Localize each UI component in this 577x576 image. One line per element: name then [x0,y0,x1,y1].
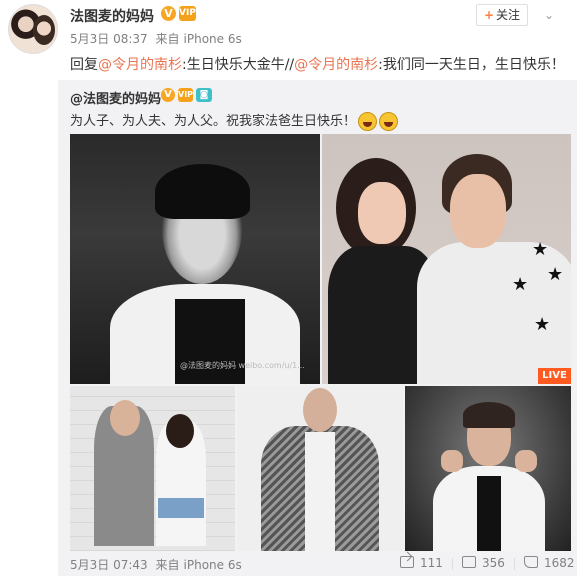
avatar-face [33,15,55,45]
comment-count: 356 [482,556,505,570]
repost-author[interactable]: @法图麦的妈妈 [70,88,161,107]
repost-text-content: 为人子、为人夫、为人父。祝我家法爸生日快乐！ [70,114,357,129]
laughing-emoji-icon [358,112,378,131]
author-name[interactable]: 法图麦的妈妈 [70,6,154,26]
follow-label: 关注 [496,8,521,22]
verified-badge[interactable]: V [161,88,175,102]
photo-figure [450,174,506,248]
photo-figure [305,432,335,551]
photo-watermark: @法图麦的妈妈 weibo.com/u/1... [180,361,305,370]
verified-badge[interactable]: V [161,6,176,21]
photo-figure [155,164,250,219]
comment-icon [462,556,476,568]
photo-figure [463,402,515,428]
like-count: 1682 [544,556,575,570]
mention-link[interactable]: @令月的南杉 [98,57,182,73]
reply-prefix: 回复 [70,57,98,73]
repost-date[interactable]: 5月3日 07:43 [70,558,148,572]
live-badge: LIVE [538,368,571,384]
like-button[interactable]: 1682 [524,556,575,570]
repost-meta: 5月3日 07:43 来自 iPhone 6s [70,556,246,573]
photo-figure [358,182,406,244]
repost-source: iPhone 6s [183,558,242,572]
photo-figure [110,400,140,436]
mention-link[interactable]: @令月的南杉 [294,57,378,73]
star-icon: ★ [547,264,564,285]
photo-figure [477,476,501,551]
laughing-emoji-icon [379,112,399,131]
photo-4[interactable] [237,386,403,551]
camera-icon[interactable]: ◙ [196,88,212,102]
share-count: 111 [420,556,443,570]
photo-2[interactable]: ★ ★ ★ ★ [322,134,571,384]
star-icon: ★ [532,239,549,260]
photo-1[interactable]: @法图麦的妈妈 weibo.com/u/1... [70,134,320,384]
vip-badge[interactable]: VIP [179,6,196,21]
repost-text: 为人子、为人夫、为人父。祝我家法爸生日快乐！ [70,110,399,131]
chevron-down-icon[interactable]: ⌄ [536,4,562,26]
follow-button[interactable]: + 关注 [476,4,528,26]
photo-figure [515,450,537,472]
plus-icon: + [483,8,495,22]
photo-5[interactable] [405,386,571,551]
reply-text-1: :生日快乐大金牛// [182,57,295,73]
like-icon [524,556,538,568]
post-meta: 5月3日 08:37 来自 iPhone 6s [70,30,246,47]
reply-text-2: :我们同一天生日，生日快乐！ [378,57,565,73]
star-icon: ★ [512,274,529,295]
photo-figure [166,414,194,448]
share-icon [400,556,414,568]
post-source-prefix: 来自 [155,32,180,46]
photo-figure [441,450,463,472]
post-date[interactable]: 5月3日 08:37 [70,32,148,46]
photo-figure [175,299,245,384]
repost-source-prefix: 来自 [155,558,180,572]
vip-badge[interactable]: VIP [178,88,193,102]
divider [452,558,453,570]
star-icon: ★ [534,314,551,335]
post-text: 回复@令月的南杉:生日快乐大金牛//@令月的南杉:我们同一天生日，生日快乐！ [70,54,565,74]
post-source: iPhone 6s [183,32,242,46]
photo-3[interactable] [70,386,235,551]
avatar[interactable] [8,4,58,54]
photo-figure [303,388,337,432]
comment-button[interactable]: 356 [462,556,505,570]
divider [514,558,515,570]
photo-figure [158,498,204,518]
share-button[interactable]: 111 [400,556,443,570]
